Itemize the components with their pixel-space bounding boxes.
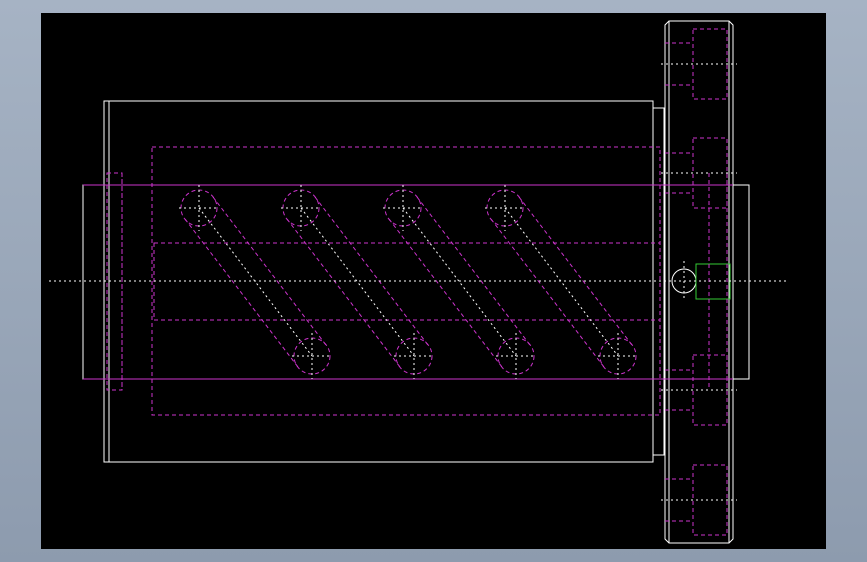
left-shaft-stub <box>82 184 105 380</box>
helical-slot-1 <box>180 189 331 375</box>
helical-slot-4 <box>486 189 637 375</box>
ball-screw-nut-drawing <box>49 20 789 544</box>
cad-viewport[interactable] <box>41 13 826 549</box>
hidden-lines <box>106 28 728 536</box>
helical-slot-3 <box>384 189 535 375</box>
right-shaft-stub <box>732 184 750 380</box>
center-lines <box>49 63 789 501</box>
helical-slots <box>180 189 637 375</box>
helical-slot-2 <box>282 189 433 375</box>
visible-outline <box>82 20 750 544</box>
thread-lines <box>83 184 733 380</box>
